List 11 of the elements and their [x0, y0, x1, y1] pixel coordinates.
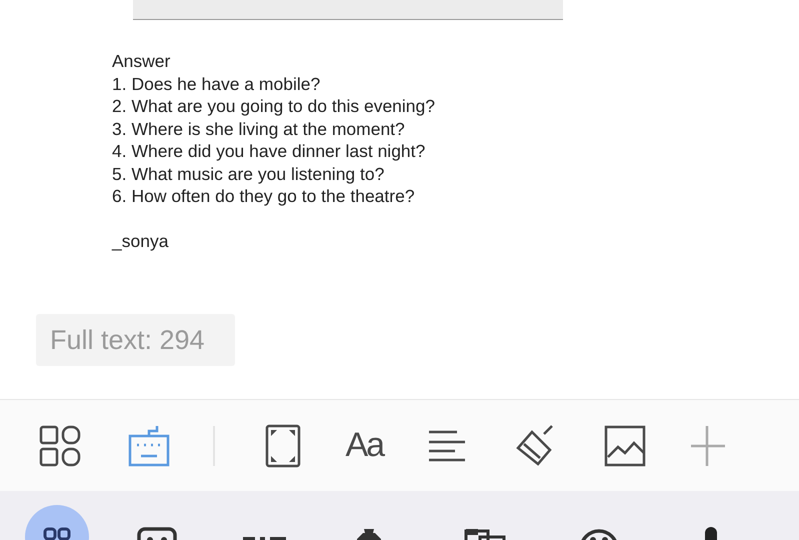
text-line: 6. How often do they go to the theatre?	[112, 185, 416, 208]
text-line: 2. What are you going to do this evening?	[112, 95, 436, 118]
text-line: 5. What music are you listening to?	[112, 162, 386, 185]
font-button[interactable]: Aa	[346, 424, 384, 468]
text-field[interactable]	[133, 0, 563, 20]
text-line: 1. Does he have a mobile?	[112, 72, 322, 95]
signature-text: _sonya	[112, 230, 170, 252]
character-count: Full text: 294	[36, 314, 235, 366]
text-line: Answer	[112, 50, 172, 72]
text-line: 3. Where is she living at the moment?	[112, 118, 406, 140]
text-line: 4. Where did you have dinner last night?	[112, 140, 426, 162]
